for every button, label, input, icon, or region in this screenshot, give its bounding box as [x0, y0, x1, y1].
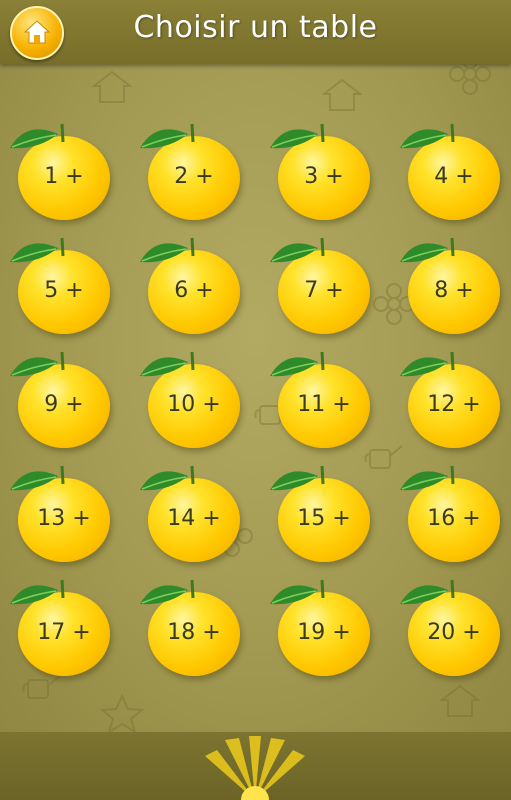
table-label: 16 + — [427, 506, 481, 531]
table-12-button[interactable]: 12 + — [398, 348, 511, 453]
table-label: 12 + — [427, 392, 481, 417]
table-label: 10 + — [167, 392, 221, 417]
leaf-icon — [400, 237, 455, 263]
table-label: 17 + — [37, 620, 91, 645]
leaf-icon — [400, 123, 455, 149]
table-20-button[interactable]: 20 + — [398, 576, 511, 681]
table-2-button[interactable]: 2 + — [138, 120, 258, 225]
table-16-button[interactable]: 16 + — [398, 462, 511, 567]
leaf-icon — [140, 351, 195, 377]
leaf-icon — [10, 465, 65, 491]
leaf-icon — [10, 351, 65, 377]
table-label: 8 + — [434, 278, 474, 303]
table-17-button[interactable]: 17 + — [8, 576, 128, 681]
leaf-icon — [400, 351, 455, 377]
table-selection-board: 1 + 2 + 3 + 4 + 5 + 6 + 7 + 8 + 9 + 10 +… — [0, 64, 511, 732]
leaf-icon — [10, 237, 65, 263]
table-label: 13 + — [37, 506, 91, 531]
table-3-button[interactable]: 3 + — [268, 120, 388, 225]
table-label: 2 + — [174, 164, 214, 189]
table-label: 19 + — [297, 620, 351, 645]
page-title: Choisir un table — [133, 10, 378, 45]
table-label: 6 + — [174, 278, 214, 303]
table-13-button[interactable]: 13 + — [8, 462, 128, 567]
leaf-icon — [270, 465, 325, 491]
table-label: 1 + — [44, 164, 84, 189]
table-label: 14 + — [167, 506, 221, 531]
leaf-icon — [400, 579, 455, 605]
table-19-button[interactable]: 19 + — [268, 576, 388, 681]
sunburst-decoration — [205, 736, 305, 800]
table-18-button[interactable]: 18 + — [138, 576, 258, 681]
leaf-icon — [10, 579, 65, 605]
table-5-button[interactable]: 5 + — [8, 234, 128, 339]
table-8-button[interactable]: 8 + — [398, 234, 511, 339]
table-label: 18 + — [167, 620, 221, 645]
leaf-icon — [140, 579, 195, 605]
table-6-button[interactable]: 6 + — [138, 234, 258, 339]
table-label: 20 + — [427, 620, 481, 645]
table-4-button[interactable]: 4 + — [398, 120, 511, 225]
leaf-icon — [270, 351, 325, 377]
table-label: 15 + — [297, 506, 351, 531]
table-7-button[interactable]: 7 + — [268, 234, 388, 339]
table-label: 5 + — [44, 278, 84, 303]
leaf-icon — [270, 237, 325, 263]
leaf-icon — [400, 465, 455, 491]
leaf-icon — [270, 579, 325, 605]
leaf-icon — [140, 123, 195, 149]
table-label: 9 + — [44, 392, 84, 417]
table-11-button[interactable]: 11 + — [268, 348, 388, 453]
table-14-button[interactable]: 14 + — [138, 462, 258, 567]
leaf-icon — [270, 123, 325, 149]
top-bar: Choisir un table — [0, 0, 511, 64]
table-9-button[interactable]: 9 + — [8, 348, 128, 453]
table-15-button[interactable]: 15 + — [268, 462, 388, 567]
table-label: 11 + — [297, 392, 351, 417]
table-grid: 1 + 2 + 3 + 4 + 5 + 6 + 7 + 8 + 9 + 10 +… — [0, 64, 511, 732]
table-1-button[interactable]: 1 + — [8, 120, 128, 225]
table-10-button[interactable]: 10 + — [138, 348, 258, 453]
table-label: 3 + — [304, 164, 344, 189]
bottom-bar — [0, 732, 511, 800]
table-label: 7 + — [304, 278, 344, 303]
table-label: 4 + — [434, 164, 474, 189]
leaf-icon — [10, 123, 65, 149]
leaf-icon — [140, 237, 195, 263]
leaf-icon — [140, 465, 195, 491]
